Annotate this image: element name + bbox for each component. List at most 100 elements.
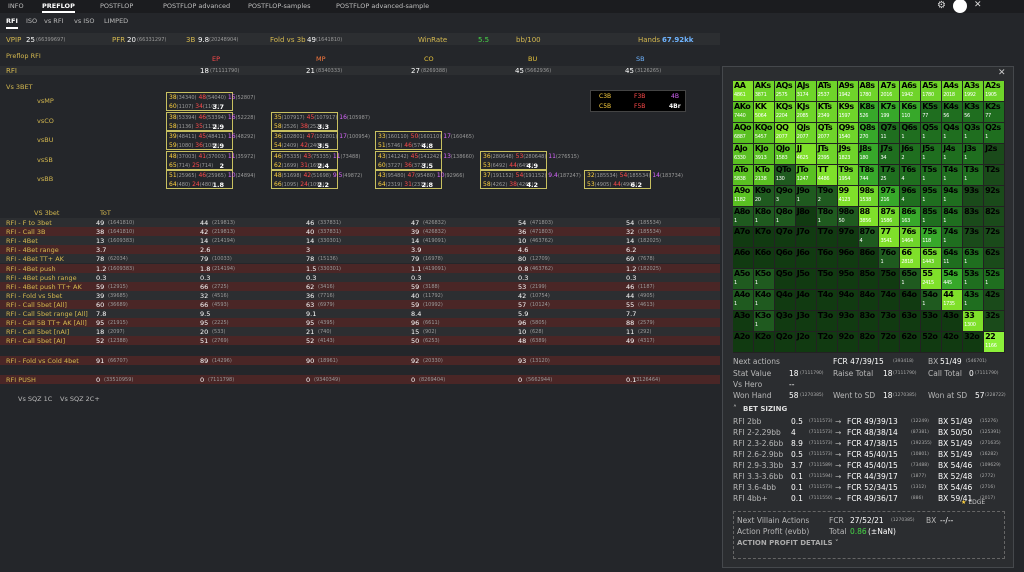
hand-cell[interactable]: KJo 3913 (753, 143, 775, 165)
hand-cell[interactable]: J7o (795, 227, 817, 249)
tab-vs-iso[interactable]: vs ISO (74, 17, 94, 29)
hand-cell[interactable]: 75o (879, 269, 901, 291)
hand-cell[interactable]: A2s 1905 (984, 81, 1005, 102)
hand-cell[interactable]: A4s 2018 (942, 81, 964, 102)
hand-cell[interactable]: J3s 1 (963, 143, 985, 165)
hand-cell[interactable]: A6s 1942 (900, 81, 922, 102)
hand-cell[interactable]: 64o (900, 290, 922, 312)
hand-cell[interactable]: T3o (816, 311, 838, 333)
hand-cell[interactable]: KK 5064 (753, 101, 775, 123)
hand-cell[interactable]: A3o (733, 311, 754, 333)
close-icon[interactable]: ✕ (998, 68, 1006, 78)
hand-cell[interactable]: 92s (984, 185, 1005, 207)
hand-cell[interactable]: Q5s 1 (921, 122, 943, 144)
hand-cell[interactable]: QJo 1583 (774, 143, 796, 165)
hand-cell[interactable]: 84o (858, 290, 880, 312)
hand-cell[interactable]: AQo 6887 (733, 122, 754, 144)
hand-cell[interactable]: AQs 2575 (774, 81, 796, 102)
close-icon[interactable]: ✕ (974, 0, 982, 10)
hand-cell[interactable]: J6o (795, 248, 817, 270)
hand-cell[interactable]: 53o (921, 311, 943, 333)
hand-cell[interactable]: 86o (858, 248, 880, 270)
hand-cell[interactable]: 22 1166 (984, 332, 1005, 353)
hand-cell[interactable]: 96o (837, 248, 859, 270)
hand-cell[interactable]: A7o (733, 227, 754, 249)
hand-cell[interactable]: 96s 4 (900, 185, 922, 207)
hand-cell[interactable]: T8s 744 (858, 164, 880, 186)
hand-cell[interactable]: 84s 1 (942, 206, 964, 228)
bet-sizing-row[interactable]: RFI 2bb 0.5 (7111573) → FCR 49/39/13 (12249) B… (733, 417, 1003, 427)
hand-cell[interactable]: 65o 1 (900, 269, 922, 291)
hand-cell[interactable]: K9s 1597 (837, 101, 859, 123)
action-profit-details-toggle[interactable]: ACTION PROFIT DETAILS ˅ (737, 539, 839, 547)
vs3bet-cell[interactable]: 48(37003) 41(37003) 11(35972) 65(714) 25(714… (166, 151, 255, 170)
hand-cell[interactable]: 94o (837, 290, 859, 312)
hand-cell[interactable]: 72o (879, 332, 901, 353)
hand-cell[interactable]: 62s (984, 248, 1005, 270)
hand-cell[interactable]: KQs 2204 (774, 101, 796, 123)
hand-cell[interactable]: 42s (984, 290, 1005, 312)
hand-cell[interactable]: A7s 2016 (879, 81, 901, 102)
hand-cell[interactable]: K5o 1 (753, 269, 775, 291)
tab-vs-rfi[interactable]: vs RFI (44, 17, 63, 29)
hand-cell[interactable]: 44 1735 (942, 290, 964, 312)
hand-cell[interactable]: 43s 1 (963, 290, 985, 312)
vs3bet-cell[interactable]: 38(34340) 48(54040) 15(52807) 60(1107) 34(11… (166, 92, 255, 111)
hand-cell[interactable]: A9s 1942 (837, 81, 859, 102)
hand-cell[interactable]: Q4s 1 (942, 122, 964, 144)
hand-cell[interactable]: 99 4123 (837, 185, 859, 207)
bet-sizing-row[interactable]: RFI 2.3-2.6bb 8.9 (7111573) → FCR 47/38/15 (1… (733, 439, 1003, 449)
bet-sizing-row[interactable]: RFI 3.6-4bb 0.1 (7111573) → FCR 52/34/15 (131… (733, 483, 1003, 493)
tab-postflop-advanced-sample[interactable]: POSTFLOP advanced-sample (336, 0, 429, 13)
chevron-up-icon[interactable]: ˄ (733, 404, 737, 413)
hand-cell[interactable]: A6o (733, 248, 754, 270)
hand-cell[interactable]: T7s 25 (879, 164, 901, 186)
hand-cell[interactable]: K2s 77 (984, 101, 1005, 123)
hand-cell[interactable]: QQ 2077 (774, 122, 796, 144)
hand-cell[interactable]: T2s (984, 164, 1005, 186)
hand-cell[interactable]: A8o 1 (733, 206, 754, 228)
hand-cell[interactable]: JTo 1247 (795, 164, 817, 186)
bet-sizing-row[interactable]: RFI 2.9-3.3bb 3.7 (7111589) → FCR 45/40/15 (7… (733, 461, 1003, 471)
tab-vs-sqz-1c[interactable]: Vs SQZ 1C (18, 395, 52, 403)
hand-cell[interactable]: J4s 1 (942, 143, 964, 165)
hand-cell[interactable]: J3o (795, 311, 817, 333)
hand-cell[interactable]: 52s 1 (984, 269, 1005, 291)
hand-cell[interactable]: 55 2415 (921, 269, 943, 291)
hand-cell[interactable]: A2o (733, 332, 754, 353)
vs3bet-cell[interactable]: 36(102801) 47(102801) 17(100954) 54(2409) 42… (271, 131, 370, 150)
hand-cell[interactable]: T8o 1 (816, 206, 838, 228)
hand-cell[interactable]: A5s 1780 (921, 81, 943, 102)
tab-vs-sqz-2c[interactable]: Vs SQZ 2C+ (60, 395, 100, 403)
hand-cell[interactable]: 76s 1464 (900, 227, 922, 249)
vs3bet-cell[interactable]: 33(160110) 50(160110) 17(160465) 51(5746) 46… (375, 131, 474, 150)
hand-cell[interactable]: T2o (816, 332, 838, 353)
hand-cell[interactable]: 54o 1 (921, 290, 943, 312)
hand-cell[interactable]: A9o 1182 (733, 185, 754, 207)
hand-cell[interactable]: A4o 1 (733, 290, 754, 312)
hand-cell[interactable]: 87s 1586 (879, 206, 901, 228)
bet-sizing-row[interactable]: RFI 3.3-3.6bb 0.1 (7111594) → FCR 44/39/17 (1… (733, 472, 1003, 482)
hand-cell[interactable]: 98o 50 (837, 206, 859, 228)
hand-cell[interactable]: K3s 56 (963, 101, 985, 123)
tab-info[interactable]: INFO (8, 0, 24, 13)
hand-cell[interactable]: 74s 1 (942, 227, 964, 249)
hand-cell[interactable]: Q7s 11 (879, 122, 901, 144)
hand-cell[interactable]: Q6o (774, 248, 796, 270)
bet-sizing-row[interactable]: RFI 2.6-2.9bb 0.5 (7111573) → FCR 45/40/15 (1… (733, 450, 1003, 460)
hand-cell[interactable]: 98s 1538 (858, 185, 880, 207)
hand-cell[interactable]: 87o 4 (858, 227, 880, 249)
hand-cell[interactable]: T4o (816, 290, 838, 312)
hand-cell[interactable]: J4o (795, 290, 817, 312)
hand-cell[interactable]: 62o (900, 332, 922, 353)
hand-cell[interactable]: K6o (753, 248, 775, 270)
hand-cell[interactable]: KQo 5457 (753, 122, 775, 144)
hand-cell[interactable]: 73o (879, 311, 901, 333)
hand-cell[interactable]: AKs 3871 (753, 81, 775, 102)
hand-cell[interactable]: A8s 1780 (858, 81, 880, 102)
hand-cell[interactable]: J2o (795, 332, 817, 353)
vs3bet-cell[interactable]: 43(95480) 47(95480) 10(92966) 64(2319) 31(23… (375, 170, 464, 189)
hand-cell[interactable]: 52o (921, 332, 943, 353)
hand-cell[interactable]: K4s 56 (942, 101, 964, 123)
vs3bet-cell[interactable]: 35(107917) 45(107917) 16(105987) 58(2526) 38… (271, 112, 370, 131)
